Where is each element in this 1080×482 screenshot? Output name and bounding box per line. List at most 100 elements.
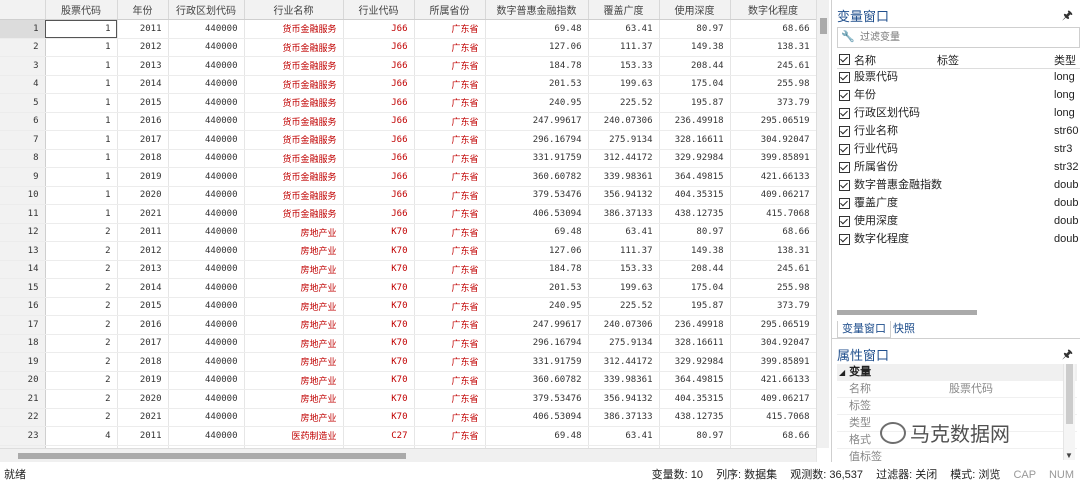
table-cell[interactable]: 245.61 (730, 260, 817, 279)
table-cell[interactable]: 356.94132 (588, 389, 660, 409)
table-row[interactable]: 2 1 2012 440000 货币金融服务 J66 广东省 127.06 111.37 149.… (0, 38, 817, 57)
table-cell[interactable]: 2013 (117, 260, 169, 279)
table-cell[interactable]: 356.94132 (588, 186, 660, 205)
table-cell[interactable]: J66 (343, 204, 415, 224)
table-cell[interactable]: 275.9134 (588, 130, 660, 150)
table-cell[interactable]: 广东省 (414, 260, 486, 279)
table-cell[interactable]: 386.37133 (588, 204, 660, 224)
table-cell[interactable]: 201.53 (485, 75, 589, 94)
table-cell[interactable]: 379.53476 (485, 186, 589, 205)
table-cell[interactable]: 2019 (117, 371, 169, 390)
table-cell[interactable]: 1 (45, 167, 118, 187)
column-header[interactable]: 行政区划代码 (168, 0, 245, 20)
table-row[interactable]: 1 1 2011 440000 货币金融服务 J66 广东省 69.48 63.41 80.97 6… (0, 19, 817, 39)
row-number[interactable]: 22 (0, 408, 46, 427)
table-cell[interactable]: 房地产业 (244, 223, 344, 242)
table-cell[interactable]: 295.06519 (730, 112, 817, 131)
table-cell[interactable]: 2011 (117, 223, 169, 242)
table-cell[interactable]: 1 (45, 75, 118, 94)
table-cell[interactable]: 2 (45, 371, 118, 390)
row-number[interactable]: 8 (0, 149, 46, 168)
table-cell[interactable]: 339.98361 (588, 167, 660, 187)
table-row[interactable]: 12 2 2011 440000 房地产业 K70 广东省 69.48 63.41 80.97 68… (0, 223, 817, 242)
data-grid[interactable]: 股票代码 年份 行政区划代码 行业名称 行业代码 所属省份 数字普惠金融指数 覆盖广度 使用深度… (0, 0, 829, 462)
table-cell[interactable]: 2012 (117, 241, 169, 261)
table-cell[interactable]: K70 (343, 278, 415, 298)
column-label-header[interactable]: 标签 (937, 52, 959, 68)
table-row[interactable]: 17 2 2016 440000 房地产业 K70 广东省 247.99617 240.0730… (0, 315, 817, 335)
table-cell[interactable]: 广东省 (414, 186, 486, 205)
variable-list-item[interactable]: 覆盖广度 doub (837, 194, 1080, 212)
variable-checkbox[interactable] (839, 198, 850, 209)
column-header[interactable]: 数字普惠金融指数 (485, 0, 589, 20)
table-cell[interactable]: 广东省 (414, 334, 486, 353)
table-cell[interactable]: 296.16794 (485, 334, 589, 353)
table-cell[interactable]: 208.44 (659, 260, 731, 279)
variable-checkbox[interactable] (839, 90, 850, 101)
table-cell[interactable]: 房地产业 (244, 297, 344, 316)
table-cell[interactable]: 货币金融服务 (244, 93, 344, 113)
table-cell[interactable]: 409.06217 (730, 389, 817, 409)
variable-list-scrollbar[interactable] (837, 309, 1077, 317)
table-cell[interactable]: 138.31 (730, 38, 817, 57)
table-cell[interactable]: 373.79 (730, 297, 817, 316)
table-cell[interactable]: 184.78 (485, 260, 589, 279)
property-value[interactable]: 股票代码 (949, 381, 993, 397)
table-cell[interactable]: 329.92984 (659, 352, 731, 372)
table-cell[interactable]: 373.79 (730, 93, 817, 113)
table-cell[interactable]: 广东省 (414, 93, 486, 113)
table-cell[interactable]: 2012 (117, 38, 169, 57)
table-cell[interactable]: K70 (343, 223, 415, 242)
table-cell[interactable]: 275.9134 (588, 334, 660, 353)
table-row[interactable]: 23 4 2011 440000 医药制造业 C27 广东省 69.48 63.41 80.97 6… (0, 426, 817, 446)
row-number[interactable]: 6 (0, 112, 46, 131)
table-cell[interactable]: 440000 (168, 297, 245, 316)
table-cell[interactable]: 440000 (168, 315, 245, 335)
row-number[interactable]: 12 (0, 223, 46, 242)
table-cell[interactable]: 440000 (168, 241, 245, 261)
table-cell[interactable]: 2 (45, 260, 118, 279)
table-cell[interactable]: 2 (45, 223, 118, 242)
column-type-header[interactable]: 类型 (1054, 52, 1076, 68)
table-cell[interactable]: 360.60782 (485, 167, 589, 187)
table-cell[interactable]: 房地产业 (244, 241, 344, 261)
table-cell[interactable]: 广东省 (414, 223, 486, 242)
table-cell[interactable]: 184.78 (485, 56, 589, 76)
table-cell[interactable]: 69.48 (485, 426, 589, 446)
table-cell[interactable]: 广东省 (414, 426, 486, 446)
pin-icon[interactable]: 🖈 (1062, 6, 1073, 27)
column-header[interactable]: 覆盖广度 (588, 0, 660, 20)
variable-checkbox[interactable] (839, 72, 850, 83)
table-cell[interactable]: 2 (45, 241, 118, 261)
table-cell[interactable]: 2020 (117, 389, 169, 409)
table-cell[interactable]: K70 (343, 260, 415, 279)
table-cell[interactable]: 房地产业 (244, 260, 344, 279)
table-cell[interactable]: K70 (343, 315, 415, 335)
table-cell[interactable]: 房地产业 (244, 315, 344, 335)
grid-horizontal-scrollbar[interactable] (0, 448, 816, 462)
table-cell[interactable]: 房地产业 (244, 389, 344, 409)
table-cell[interactable]: K70 (343, 297, 415, 316)
corner-cell[interactable] (0, 0, 46, 20)
table-row[interactable]: 15 2 2014 440000 房地产业 K70 广东省 201.53 199.63 175.0… (0, 278, 817, 298)
scroll-down-arrow-icon[interactable]: ▼ (1065, 451, 1073, 460)
table-cell[interactable]: 2014 (117, 75, 169, 94)
table-cell[interactable]: 80.97 (659, 19, 731, 39)
table-cell[interactable]: 1 (45, 130, 118, 150)
table-cell[interactable]: 广东省 (414, 149, 486, 168)
table-cell[interactable]: 421.66133 (730, 371, 817, 390)
table-cell[interactable]: J66 (343, 130, 415, 150)
table-cell[interactable]: 331.91759 (485, 352, 589, 372)
table-row[interactable]: 14 2 2013 440000 房地产业 K70 广东省 184.78 153.33 208.4… (0, 260, 817, 279)
table-cell[interactable]: 2013 (117, 56, 169, 76)
row-number[interactable]: 14 (0, 260, 46, 279)
pin-icon[interactable]: 🖈 (1062, 345, 1073, 366)
table-cell[interactable]: 广东省 (414, 112, 486, 131)
table-cell[interactable]: 404.35315 (659, 389, 731, 409)
table-row[interactable]: 7 1 2017 440000 货币金融服务 J66 广东省 296.16794 275.913… (0, 130, 817, 150)
variable-checkbox[interactable] (839, 180, 850, 191)
table-cell[interactable]: C27 (343, 426, 415, 446)
table-cell[interactable]: 1 (45, 38, 118, 57)
table-cell[interactable]: 225.52 (588, 297, 660, 316)
row-number[interactable]: 16 (0, 297, 46, 316)
